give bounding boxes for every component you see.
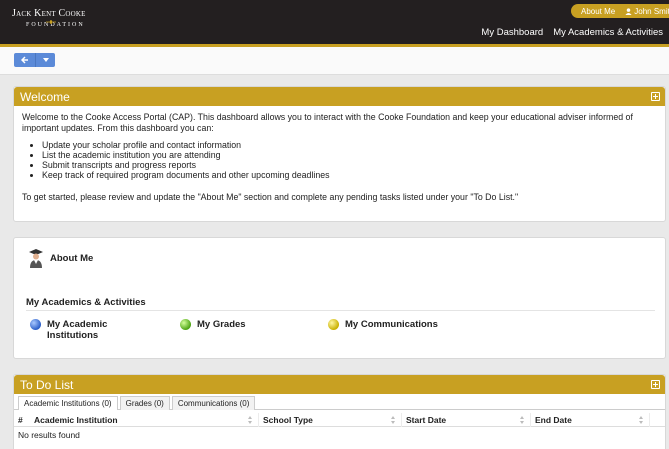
academics-section-title: My Academics & Activities: [26, 297, 146, 308]
about-me-link-block[interactable]: About Me: [28, 248, 93, 268]
list-item: List the academic institution you are at…: [42, 150, 657, 160]
todo-panel-header: To Do List: [14, 375, 665, 394]
foundation-logo[interactable]: Jack Kent Cooke FOUNDATION: [12, 8, 86, 28]
section-divider: [26, 310, 655, 311]
expand-plus-icon[interactable]: [651, 92, 660, 101]
welcome-intro: Welcome to the Cooke Access Portal (CAP)…: [22, 112, 633, 133]
column-header-school-type[interactable]: School Type: [259, 412, 402, 427]
sort-icon: [520, 415, 524, 424]
column-header-institution[interactable]: Academic Institution: [30, 412, 259, 427]
list-item: Submit transcripts and progress reports: [42, 160, 657, 170]
todo-tabs: Academic Institutions (0) Grades (0) Com…: [14, 396, 665, 410]
todo-table-header: # Academic Institution School Type Start…: [14, 412, 665, 427]
nav-my-dashboard[interactable]: My Dashboard: [481, 27, 543, 38]
caret-down-icon: [42, 58, 49, 62]
expand-plus-icon[interactable]: [651, 380, 660, 389]
list-item: Keep track of required program documents…: [42, 170, 657, 180]
list-item: Update your scholar profile and contact …: [42, 140, 657, 150]
welcome-panel: Welcome Welcome to the Cooke Access Port…: [13, 86, 666, 222]
column-label: Start Date: [406, 414, 447, 425]
column-label: End Date: [535, 414, 572, 425]
green-dot-icon: [180, 319, 191, 330]
my-communications-link[interactable]: My Communications: [328, 319, 438, 330]
sort-icon: [391, 415, 395, 424]
todo-title: To Do List: [20, 377, 74, 392]
top-header: Jack Kent Cooke FOUNDATION About Me John…: [0, 0, 669, 47]
blue-dot-icon: [30, 319, 41, 330]
link-label: My Grades: [197, 319, 246, 330]
welcome-panel-header: Welcome: [14, 87, 665, 106]
column-label: School Type: [263, 414, 313, 425]
welcome-bullet-list: Update your scholar profile and contact …: [42, 140, 657, 180]
back-dropdown-button[interactable]: [36, 53, 55, 67]
logo-title: Jack Kent Cooke: [12, 8, 86, 19]
user-name: John Smith: [634, 6, 669, 16]
about-me-link[interactable]: About Me: [581, 7, 615, 16]
column-header-number: #: [14, 413, 30, 427]
column-label: #: [18, 414, 23, 425]
my-academic-institutions-link[interactable]: My Academic Institutions: [30, 319, 130, 341]
user-icon: [625, 7, 632, 15]
todo-panel: To Do List Academic Institutions (0) Gra…: [13, 374, 666, 449]
link-label: My Communications: [345, 319, 438, 330]
dashboard-panel: About Me My Academics & Activities My Ac…: [13, 237, 666, 359]
welcome-body: Welcome to the Cooke Access Portal (CAP)…: [14, 106, 665, 209]
column-label: Academic Institution: [34, 414, 118, 425]
graduate-avatar-icon: [29, 249, 43, 268]
action-bar: [0, 47, 669, 75]
user-menu-tab: About Me John Smith: [571, 4, 669, 18]
about-me-label: About Me: [50, 252, 94, 264]
back-button-group: [14, 53, 55, 67]
main-nav: My Dashboard My Academics & Activities: [481, 27, 663, 38]
welcome-cta: To get started, please review and update…: [22, 192, 519, 202]
tab-grades[interactable]: Grades (0): [119, 396, 170, 410]
tab-academic-institutions[interactable]: Academic Institutions (0): [18, 396, 118, 410]
user-menu[interactable]: John Smith: [625, 7, 669, 16]
welcome-title: Welcome: [20, 89, 70, 104]
column-header-end-date[interactable]: End Date: [531, 412, 650, 427]
link-label: My Academic Institutions: [47, 319, 108, 341]
logo-ornament-icon: [46, 20, 56, 24]
nav-my-academics[interactable]: My Academics & Activities: [553, 27, 663, 38]
my-grades-link[interactable]: My Grades: [180, 319, 246, 330]
arrow-left-icon: [20, 56, 28, 64]
yellow-dot-icon: [328, 319, 339, 330]
sort-icon: [248, 415, 252, 424]
column-header-start-date[interactable]: Start Date: [402, 412, 531, 427]
sort-icon: [639, 415, 643, 424]
back-button[interactable]: [14, 53, 36, 67]
tab-communications[interactable]: Communications (0): [171, 396, 256, 410]
empty-table-message: No results found: [18, 430, 80, 440]
